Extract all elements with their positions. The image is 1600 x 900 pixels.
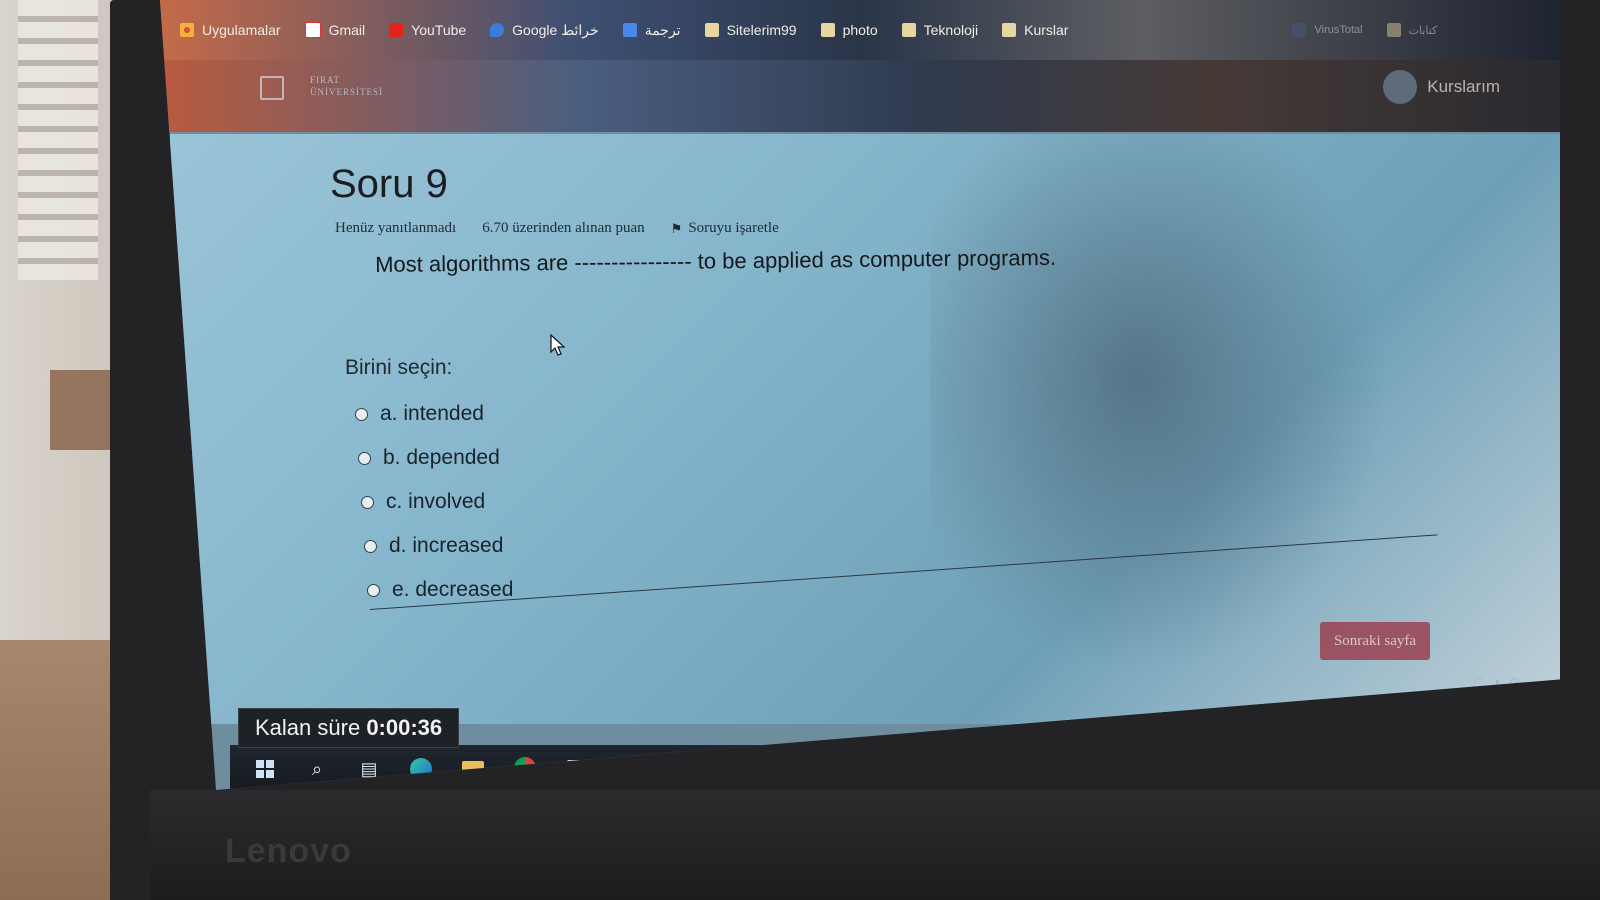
radio-button[interactable] bbox=[361, 495, 374, 509]
window-blinds bbox=[18, 0, 98, 280]
option-label: d. increased bbox=[389, 534, 504, 557]
question-info: Henüz yanıtlanmadı 6.70 üzerinden alınan… bbox=[335, 220, 779, 237]
bookmark-gmail[interactable]: Gmail bbox=[304, 22, 365, 38]
virustotal-icon bbox=[1292, 23, 1307, 37]
remaining-time-timer: Kalan süre 0:00:36 bbox=[238, 708, 460, 748]
radio-button[interactable] bbox=[355, 407, 368, 421]
flag-question-link[interactable]: ⚑ Soruyu işaretle bbox=[671, 220, 779, 237]
bookmark-google-maps[interactable]: Google خرائط bbox=[490, 22, 599, 39]
search-icon[interactable]: ⌕ bbox=[302, 754, 332, 784]
choose-prompt: Birini seçin: bbox=[345, 356, 453, 379]
bookmark-folder-arabic[interactable]: كتابات bbox=[1386, 23, 1437, 37]
folder-icon bbox=[901, 23, 916, 37]
option-b[interactable]: b. depended bbox=[358, 436, 513, 480]
question-status: Henüz yanıtlanmadı bbox=[335, 220, 457, 236]
bookmark-sitelerim99[interactable]: Sitelerim99 bbox=[704, 22, 797, 38]
question-title: Soru 9 bbox=[330, 162, 448, 206]
radio-button[interactable] bbox=[364, 539, 377, 553]
brand-logo: Lenovo bbox=[225, 832, 352, 870]
quiz-content: Soru 9 Henüz yanıtlanmadı 6.70 üzerinden… bbox=[170, 134, 1560, 724]
folder-icon bbox=[704, 23, 719, 37]
my-courses-menu[interactable]: Kurslarım bbox=[1383, 70, 1500, 104]
radio-button[interactable] bbox=[367, 583, 380, 597]
screen-reflection bbox=[930, 134, 1390, 674]
option-label: a. intended bbox=[380, 402, 484, 425]
bookmark-translate[interactable]: ترجمة bbox=[622, 22, 681, 39]
option-c[interactable]: c. involved bbox=[361, 480, 513, 524]
google-translate-icon bbox=[622, 23, 637, 37]
answer-options: a. intended b. depended c. involved d. i… bbox=[355, 392, 513, 612]
bookmarks-bar: Uygulamalar Gmail YouTube Google خرائط ت… bbox=[160, 0, 1560, 60]
site-header: FIRAT ÜNİVERSİTESİ Kurslarım bbox=[160, 60, 1560, 132]
mouse-cursor-icon bbox=[550, 334, 566, 356]
option-label: e. decreased bbox=[392, 578, 514, 601]
bookmark-virustotal[interactable]: VirusTotal bbox=[1292, 23, 1363, 37]
google-maps-icon bbox=[490, 23, 505, 37]
option-label: b. depended bbox=[383, 446, 500, 469]
laptop-screen: Uygulamalar Gmail YouTube Google خرائط ت… bbox=[160, 0, 1560, 790]
bookmark-apps[interactable]: Uygulamalar bbox=[180, 22, 281, 38]
question-points: 6.70 üzerinden alınan puan bbox=[482, 220, 645, 236]
youtube-icon bbox=[389, 23, 404, 37]
option-a[interactable]: a. intended bbox=[355, 392, 513, 436]
flag-icon: ⚑ bbox=[670, 220, 683, 236]
radio-button[interactable] bbox=[358, 451, 371, 465]
bookmark-kurslar[interactable]: Kurslar bbox=[1002, 22, 1068, 38]
folder-icon bbox=[820, 23, 835, 37]
apps-grid-icon bbox=[180, 23, 194, 37]
bookmark-youtube[interactable]: YouTube bbox=[389, 22, 466, 38]
folder-icon bbox=[1002, 23, 1017, 37]
university-logo-text: FIRAT ÜNİVERSİTESİ bbox=[310, 75, 383, 97]
folder-icon bbox=[1386, 23, 1401, 37]
bookmark-photo[interactable]: photo bbox=[820, 22, 878, 38]
university-logo-icon[interactable] bbox=[260, 76, 284, 100]
gmail-icon bbox=[304, 22, 321, 38]
option-d[interactable]: d. increased bbox=[364, 524, 513, 568]
windows-start-icon[interactable] bbox=[250, 754, 280, 784]
option-e[interactable]: e. decreased bbox=[367, 568, 513, 612]
option-label: c. involved bbox=[386, 490, 486, 513]
bookmark-teknoloji[interactable]: Teknoloji bbox=[901, 22, 978, 38]
laptop-chin bbox=[150, 790, 1600, 900]
next-page-button[interactable]: Sonraki sayfa bbox=[1320, 622, 1430, 660]
avatar[interactable] bbox=[1383, 70, 1418, 104]
